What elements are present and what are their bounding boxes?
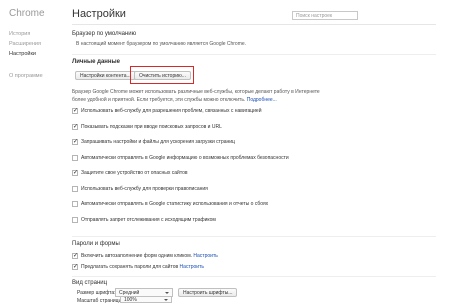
zoom-value: 100% — [124, 297, 137, 303]
sidebar-item-settings[interactable]: Настройки — [9, 51, 36, 57]
option-label: Автоматически отправлять в Google статис… — [81, 201, 269, 207]
passwords-forms-heading: Пароли и формы — [72, 241, 120, 247]
autofill-checkbox[interactable]: ✓ — [72, 253, 78, 259]
personal-data-heading: Личные данные — [72, 59, 120, 65]
option-label: Защитите свое устройство от опасных сайт… — [81, 170, 188, 176]
option-checkbox[interactable] — [72, 186, 78, 192]
default-browser-heading: Браузер по умолчанию — [72, 31, 137, 37]
save-passwords-row: Предлагать сохранять пароли для сайтов Н… — [81, 264, 204, 270]
option-label: Использовать веб-службу для разрешения п… — [81, 108, 262, 114]
sidebar-item-extensions[interactable]: Расширения — [9, 41, 41, 47]
page-title: Настройки — [72, 8, 126, 20]
header-divider — [72, 24, 436, 25]
option-label: Отправлять запрет отслеживания с исходящ… — [81, 217, 216, 223]
section-divider — [72, 276, 436, 277]
zoom-select[interactable]: 100% — [120, 296, 172, 303]
font-settings-button[interactable]: Настроить шрифты... — [178, 288, 238, 297]
option-label: Запрашивать настройки и файлы для ускоре… — [81, 139, 235, 145]
option-checkbox[interactable] — [72, 155, 78, 161]
section-divider — [72, 54, 436, 55]
autofill-label: Включить автозаполнение форм одним клико… — [81, 253, 193, 259]
sidebar-item-about[interactable]: О программе — [9, 73, 43, 79]
option-checkbox[interactable]: ✓ — [72, 170, 78, 176]
services-intro-text: более удобной и приятной. Если требуется… — [72, 97, 246, 103]
font-size-label: Размер шрифта: — [77, 290, 116, 296]
learn-more-link[interactable]: Подробнее... — [247, 97, 277, 103]
save-passwords-checkbox[interactable]: ✓ — [72, 264, 78, 270]
option-checkbox[interactable] — [72, 217, 78, 223]
chevron-down-icon — [165, 292, 169, 294]
section-divider — [72, 236, 436, 237]
option-label: Автоматически отправлять в Google информ… — [81, 155, 289, 161]
chevron-down-icon — [164, 299, 168, 301]
services-intro-line2: более удобной и приятной. Если требуется… — [72, 97, 277, 103]
option-checkbox[interactable] — [72, 201, 78, 207]
highlight-box — [130, 66, 194, 84]
option-label: Использовать веб-службу для проверки пра… — [81, 186, 208, 192]
zoom-label: Масштаб страницы: — [77, 298, 124, 304]
appearance-heading: Вид страниц — [72, 280, 108, 286]
option-checkbox[interactable]: ✓ — [72, 139, 78, 145]
option-label: Показывать подсказки при вводе поисковых… — [81, 124, 222, 130]
autofill-configure-link[interactable]: Настроить — [193, 253, 217, 259]
save-passwords-label: Предлагать сохранять пароли для сайтов — [81, 264, 179, 270]
sidebar-item-history[interactable]: История — [9, 31, 30, 37]
default-browser-text: В настоящий момент браузером по умолчани… — [76, 41, 247, 47]
content-settings-button[interactable]: Настройки контента... — [75, 71, 136, 80]
chrome-brand-title: Chrome — [9, 8, 45, 19]
passwords-configure-link[interactable]: Настроить — [180, 264, 204, 270]
services-intro-line1: Браузер Google Chrome может использовать… — [72, 89, 320, 95]
option-checkbox[interactable]: ✓ — [72, 108, 78, 114]
option-checkbox[interactable]: ✓ — [72, 124, 78, 130]
autofill-row: Включить автозаполнение форм одним клико… — [81, 253, 218, 259]
search-settings-input[interactable]: Поиск настроек — [292, 11, 358, 20]
